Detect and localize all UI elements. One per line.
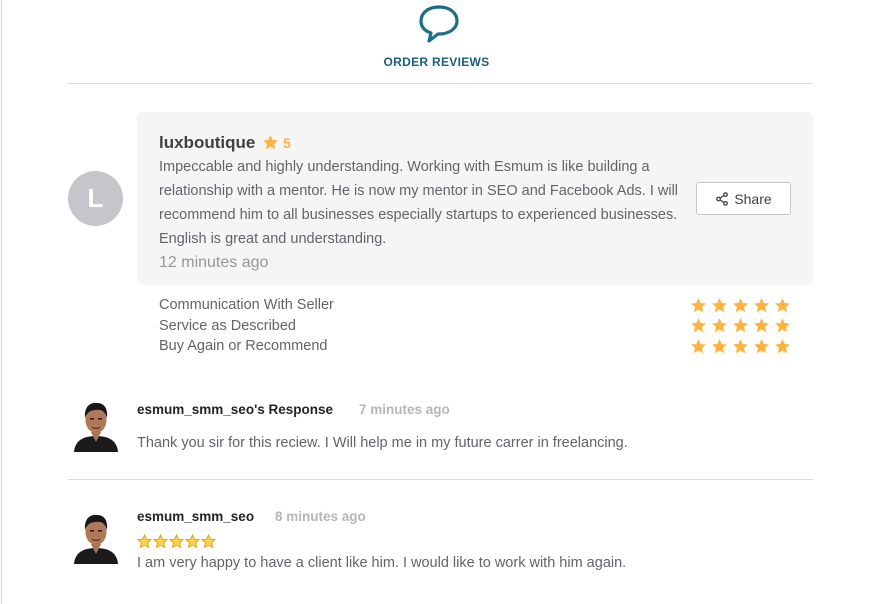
criteria-label: Service as Described — [159, 317, 296, 334]
star-icon — [691, 338, 706, 353]
response-text: Thank you sir for this reciew. I Will he… — [137, 435, 628, 451]
star-icon — [691, 297, 706, 312]
response-author[interactable]: esmum_smm_seo's Response — [137, 402, 333, 417]
star-icon — [153, 534, 168, 549]
seller-review-text: I am very happy to have a client like hi… — [137, 555, 627, 571]
divider — [68, 83, 813, 84]
star-icon — [137, 534, 152, 549]
review-rating: 5 — [262, 134, 291, 151]
criteria-row: Buy Again or Recommend — [159, 336, 791, 357]
star-icon — [712, 297, 727, 312]
review-text: Impeccable and highly understanding. Wor… — [159, 159, 679, 247]
seller-review-stars — [137, 534, 216, 549]
seller-review-author[interactable]: esmum_smm_seo — [137, 509, 254, 524]
left-border — [1, 0, 2, 604]
criteria-label: Communication With Seller — [159, 297, 334, 314]
star-icon — [733, 297, 748, 312]
rating-value: 5 — [283, 134, 291, 151]
criteria-row: Service as Described — [159, 316, 791, 337]
star-icon — [712, 338, 727, 353]
star-icon — [201, 534, 216, 549]
divider — [68, 479, 813, 480]
star-icon — [754, 338, 769, 353]
share-button[interactable]: Share — [696, 182, 791, 215]
seller-avatar — [72, 396, 120, 452]
criteria-label: Buy Again or Recommend — [159, 338, 328, 355]
star-icon — [263, 135, 278, 150]
share-label: Share — [734, 190, 772, 207]
response-timestamp: 7 minutes ago — [359, 402, 450, 417]
seller-avatar — [72, 508, 120, 564]
star-icon — [712, 318, 727, 333]
criteria-stars — [690, 317, 791, 334]
rating-breakdown: Communication With Seller Service as Des… — [159, 295, 791, 357]
seller-review-timestamp: 8 minutes ago — [275, 509, 366, 524]
section-title: ORDER REVIEWS — [383, 55, 490, 69]
review-timestamp: 12 minutes ago — [159, 254, 269, 271]
star-icon — [775, 318, 790, 333]
reviewer-avatar: L — [68, 171, 123, 226]
star-icon — [754, 318, 769, 333]
star-icon — [169, 534, 184, 549]
star-icon — [775, 297, 790, 312]
star-icon — [733, 318, 748, 333]
reviewer-name[interactable]: luxboutique — [159, 133, 255, 153]
criteria-stars — [690, 338, 791, 355]
star-icon — [733, 338, 748, 353]
criteria-stars — [690, 297, 791, 314]
star-icon — [754, 297, 769, 312]
share-icon — [716, 191, 729, 206]
criteria-row: Communication With Seller — [159, 295, 791, 316]
star-icon — [185, 534, 200, 549]
speech-bubble-icon — [418, 4, 460, 49]
star-icon — [691, 318, 706, 333]
star-icon — [775, 338, 790, 353]
